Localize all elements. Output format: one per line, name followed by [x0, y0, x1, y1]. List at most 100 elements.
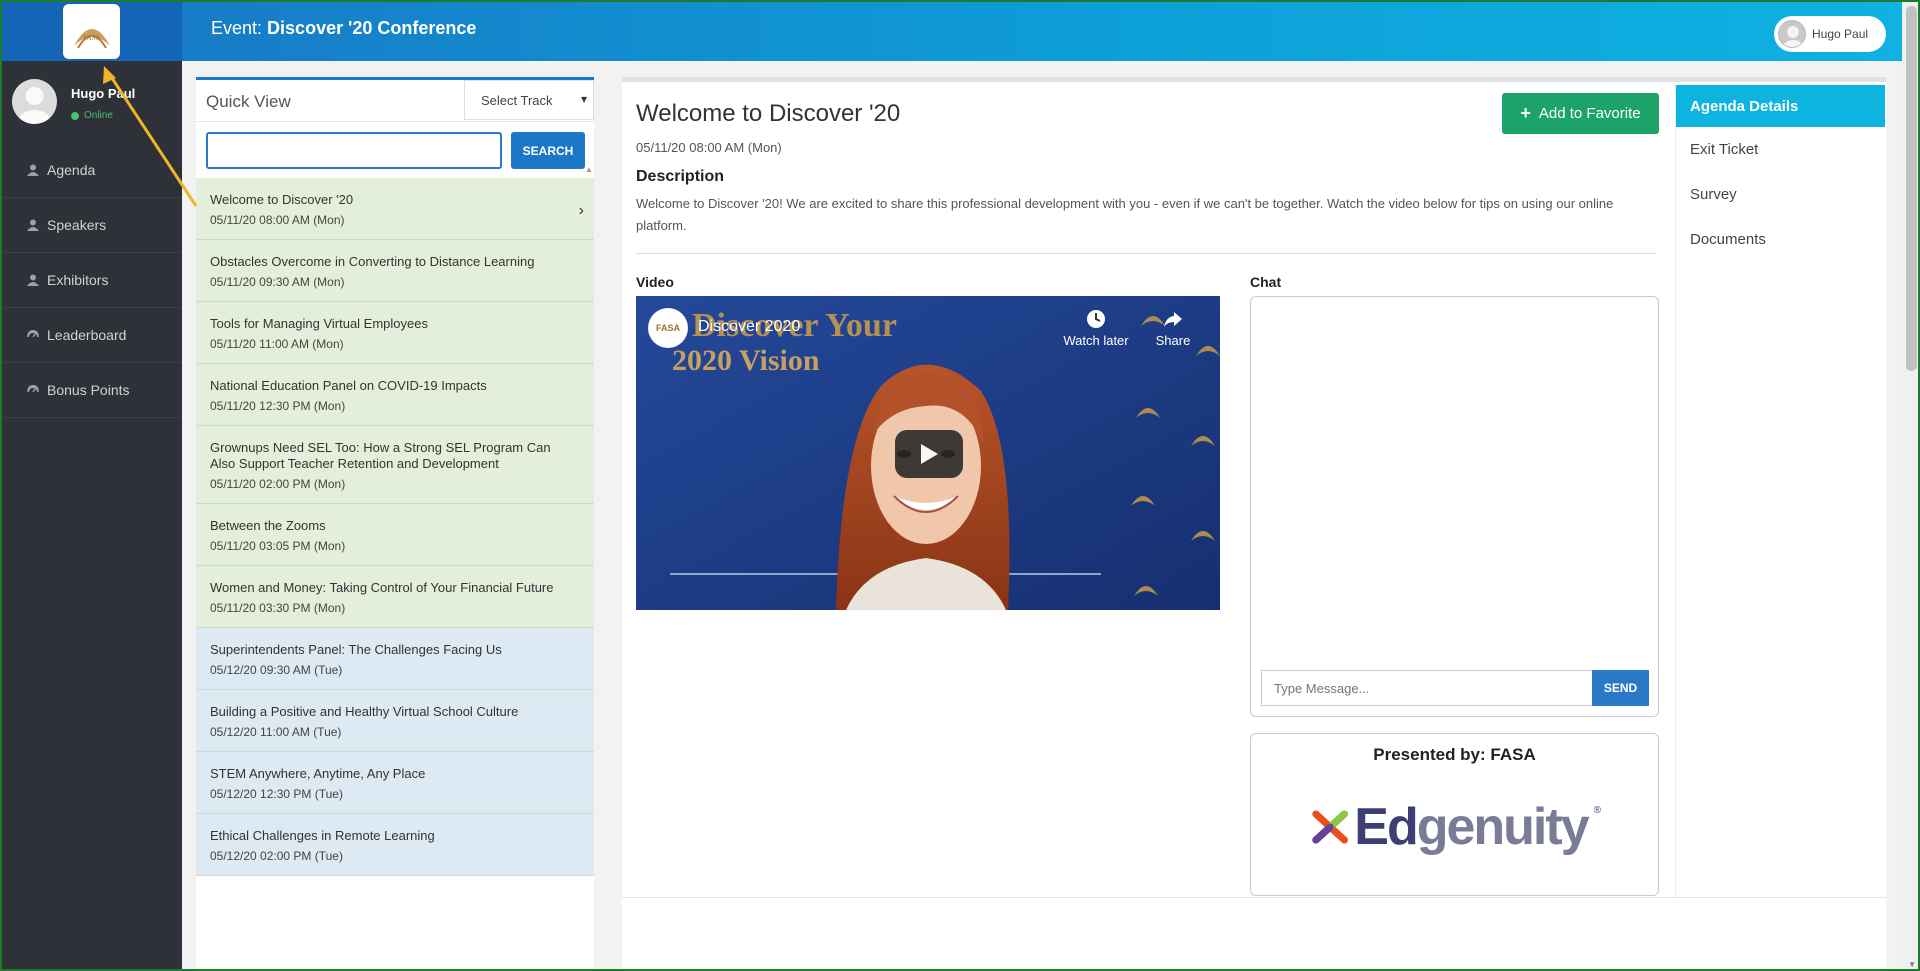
search-button[interactable]: SEARCH [511, 132, 585, 169]
send-button[interactable]: SEND [1592, 670, 1649, 706]
session-date: 05/11/20 03:30 PM (Mon) [210, 601, 346, 615]
chat-message-input[interactable] [1261, 670, 1593, 706]
share-button[interactable]: Share [1148, 308, 1198, 348]
session-title: Grownups Need SEL Too: How a Strong SEL … [210, 440, 551, 471]
edgenuity-x-icon [1312, 810, 1348, 844]
sidebar-item-bonus-points[interactable]: Bonus Points [0, 363, 182, 418]
sponsor-box: Presented by: FASA Edgenuity ® [1250, 733, 1659, 896]
sidebar-item-speakers[interactable]: Speakers [0, 198, 182, 253]
session-title: Welcome to Discover '20 [210, 192, 354, 207]
list-item[interactable]: Tools for Managing Virtual Employees 05/1… [196, 302, 594, 364]
list-item[interactable]: Women and Money: Taking Control of Your … [196, 566, 594, 628]
list-item[interactable]: Grownups Need SEL Too: How a Strong SEL … [196, 426, 594, 504]
sidebar: Hugo Paul Online Agenda Speakers Exhibit… [0, 61, 182, 971]
chat-box: SEND [1250, 296, 1659, 717]
share-icon [1164, 312, 1182, 327]
session-title: Women and Money: Taking Control of Your … [210, 580, 554, 595]
svg-text:2020 Vision: 2020 Vision [672, 344, 820, 377]
session-title: Ethical Challenges in Remote Learning [210, 828, 435, 843]
user-icon [27, 274, 39, 286]
list-item[interactable]: STEM Anywhere, Anytime, Any Place 05/12/2… [196, 752, 594, 814]
list-item[interactable]: Welcome to Discover '20 05/11/20 08:00 AM… [196, 178, 594, 240]
session-title: Obstacles Overcome in Converting to Dist… [210, 254, 535, 269]
channel-logo-text: FASA [655, 323, 680, 333]
session-date: 05/12/20 09:30 AM (Tue) [210, 663, 343, 677]
session-title: Building a Positive and Healthy Virtual … [210, 704, 519, 719]
avatar [1778, 20, 1806, 48]
menu-survey[interactable]: Survey [1676, 172, 1885, 217]
page-scrollbar[interactable]: ▼ [1902, 0, 1920, 971]
session-date: 05/11/20 12:30 PM (Mon) [210, 399, 346, 413]
user-name: Hugo Paul [1812, 27, 1869, 41]
presented-by-title: Presented by: FASA [1373, 745, 1536, 764]
track-select[interactable]: Select Track [464, 80, 594, 120]
sidebar-item-leaderboard[interactable]: Leaderboard [0, 308, 182, 363]
session-list: Welcome to Discover '20 05/11/20 08:00 AM… [196, 178, 594, 876]
event-prefix: Event: [211, 18, 263, 38]
add-to-favorite-button[interactable]: + Add to Favorite [1502, 93, 1659, 134]
chat-label: Chat [1250, 274, 1282, 290]
avatar [12, 79, 57, 124]
status-badge: Online [71, 110, 113, 121]
session-date: 05/11/20 03:05 PM (Mon) [210, 539, 346, 553]
menu-exit-ticket[interactable]: Exit Ticket [1676, 127, 1885, 172]
sidebar-item-agenda[interactable]: Agenda [0, 143, 182, 198]
video-title[interactable]: Discover 2020 [698, 318, 800, 336]
video-player[interactable]: Discover Your 2020 Vision FASA Discover … [636, 296, 1220, 610]
session-date: 05/11/20 09:30 AM (Mon) [210, 275, 345, 289]
sponsor-wordmark: Edgenuity [1354, 797, 1589, 857]
sidebar-item-label: Exhibitors [47, 272, 109, 288]
event-title: Event: Discover '20 Conference [211, 18, 476, 39]
agenda-content: Welcome to Discover '20 05/11/20 08:00 A… [636, 82, 1659, 897]
search-row: SEARCH ▲ [196, 122, 594, 178]
fasa-logo-icon: FASA [73, 28, 110, 49]
list-item[interactable]: Building a Positive and Healthy Virtual … [196, 690, 594, 752]
search-input[interactable] [206, 132, 502, 169]
list-item[interactable]: Between the Zooms 05/11/20 03:05 PM (Mon) [196, 504, 594, 566]
list-item[interactable]: Obstacles Overcome in Converting to Dist… [196, 240, 594, 302]
divider [636, 253, 1656, 254]
sidebar-item-exhibitors[interactable]: Exhibitors [0, 253, 182, 308]
quick-view-title: Quick View [206, 92, 291, 111]
session-title: Tools for Managing Virtual Employees [210, 316, 428, 331]
dashboard-icon [27, 384, 39, 393]
sponsor-name-part-1: Ed [1354, 798, 1418, 856]
online-dot-icon [71, 111, 79, 120]
list-item[interactable]: Ethical Challenges in Remote Learning 05/… [196, 814, 594, 876]
agenda-menu: Agenda Details Exit Ticket Survey Docume… [1675, 82, 1885, 897]
channel-logo[interactable]: FASA [648, 308, 688, 348]
event-name: Discover '20 Conference [267, 18, 477, 38]
watch-later-button[interactable]: Watch later [1058, 308, 1134, 348]
play-button[interactable] [895, 430, 963, 478]
user-menu-button[interactable]: Hugo Paul [1774, 16, 1886, 52]
sidebar-item-label: Agenda [47, 162, 96, 178]
divider [622, 897, 1886, 898]
logo-area: FASA [0, 0, 182, 61]
scroll-down-arrow-icon[interactable]: ▼ [1908, 960, 1916, 969]
session-title: National Education Panel on COVID-19 Imp… [210, 378, 487, 393]
menu-agenda-details[interactable]: Agenda Details [1676, 85, 1885, 127]
scroll-up-arrow-icon[interactable]: ▲ [584, 165, 594, 177]
registered-mark: ® [1593, 805, 1601, 816]
session-title: Between the Zooms [210, 518, 326, 533]
chevron-right-icon: › [578, 202, 584, 219]
description-text: Welcome to Discover '20! We are excited … [636, 196, 1614, 233]
menu-documents[interactable]: Documents [1676, 217, 1885, 262]
scrollbar-thumb[interactable] [1906, 6, 1917, 371]
quick-view-panel: Quick View Select Track SEARCH ▲ Welcome… [196, 77, 594, 971]
quick-view-header: Quick View Select Track [196, 80, 594, 122]
sponsor-logo[interactable]: Edgenuity ® [1312, 775, 1601, 879]
share-label: Share [1155, 333, 1191, 348]
user-icon [27, 164, 39, 176]
plus-icon: + [1520, 103, 1531, 123]
sidebar-item-label: Leaderboard [47, 327, 127, 343]
user-icon [27, 219, 39, 231]
list-item[interactable]: Superintendents Panel: The Challenges Fa… [196, 628, 594, 690]
list-item[interactable]: National Education Panel on COVID-19 Imp… [196, 364, 594, 426]
fasa-logo[interactable]: FASA [63, 4, 120, 59]
clock-icon [1087, 310, 1105, 328]
session-date: 05/11/20 08:00 AM (Mon) [636, 140, 782, 155]
dashboard-icon [27, 329, 39, 338]
top-header: FASA Event: Discover '20 Conference Hugo… [0, 0, 1920, 61]
session-date: 05/11/20 08:00 AM (Mon) [210, 213, 345, 227]
